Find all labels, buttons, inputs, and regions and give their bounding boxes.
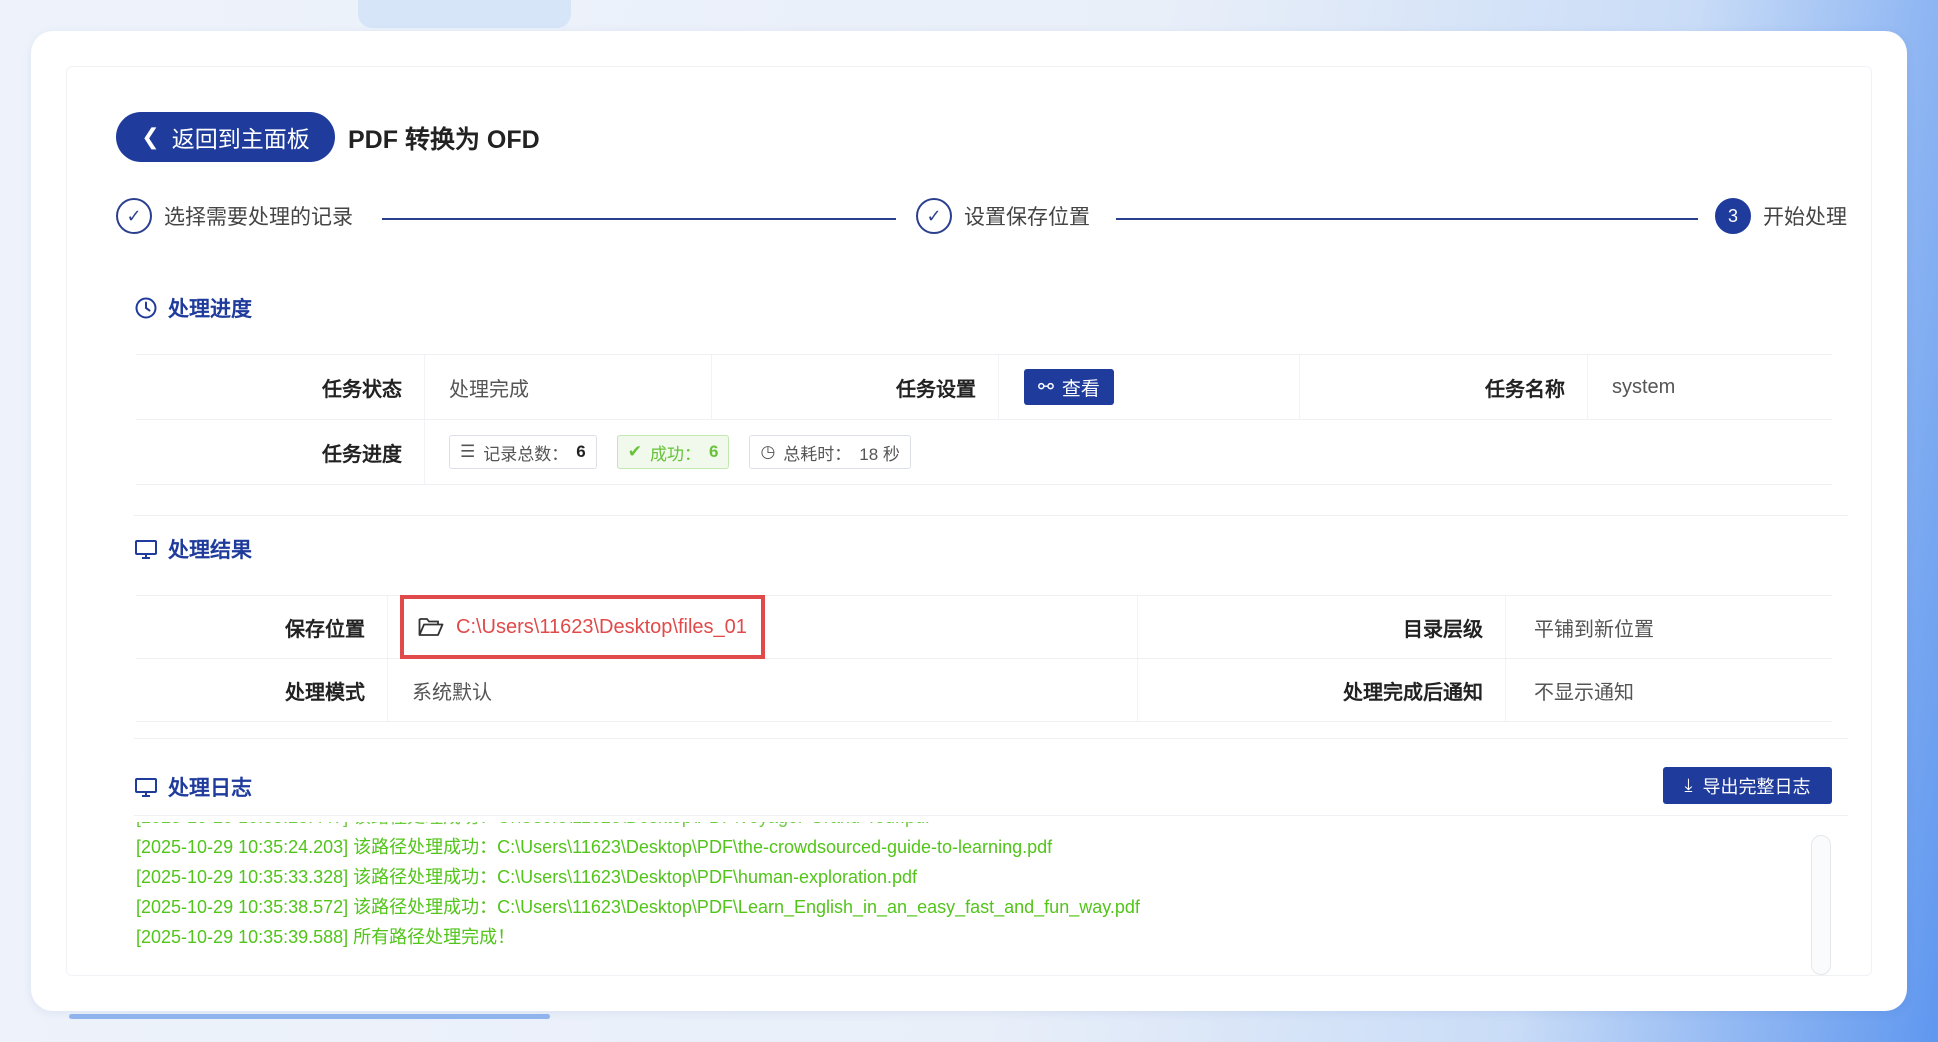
task-name-value: system bbox=[1587, 355, 1832, 419]
dir-level-label: 目录层级 bbox=[1137, 596, 1505, 658]
task-name-label: 任务名称 bbox=[1299, 355, 1587, 419]
table-row: 处理模式 系统默认 处理完成后通知 不显示通知 bbox=[136, 659, 1832, 722]
log-section-title: 处理日志 bbox=[134, 772, 252, 802]
check-circle-icon: ✔ bbox=[627, 442, 642, 461]
notify-label: 处理完成后通知 bbox=[1137, 659, 1505, 721]
folder-open-icon bbox=[418, 618, 444, 636]
background-tab bbox=[358, 0, 571, 28]
section-divider bbox=[134, 515, 1848, 516]
page-title: PDF 转换为 OFD bbox=[348, 126, 540, 154]
back-to-dashboard-button[interactable]: ❮ 返回到主面板 bbox=[116, 112, 335, 162]
monitor-icon bbox=[135, 778, 157, 797]
result-table: 保存位置 C:\Users\11623\Desktop\files_01 目录层… bbox=[136, 595, 1832, 722]
view-settings-button[interactable]: ⚯ 查看 bbox=[1024, 369, 1114, 405]
total-records-tag: ☰ 记录总数： 6 bbox=[449, 435, 597, 469]
progress-table: 任务状态 处理完成 任务设置 ⚯ 查看 任务名称 system 任务进度 ☰ 记… bbox=[136, 354, 1832, 485]
clock-icon bbox=[135, 297, 157, 319]
notify-value: 不显示通知 bbox=[1505, 659, 1832, 721]
scroll-indicator bbox=[69, 1014, 550, 1019]
elapsed-time-tag: ◷ 总耗时： 18 秒 bbox=[749, 435, 911, 469]
progress-section-title: 处理进度 bbox=[134, 293, 252, 323]
log-line: [2025-10-29 10:35:33.328] 该路径处理成功：C:\Use… bbox=[136, 867, 918, 887]
section-divider bbox=[134, 738, 1848, 739]
section-divider bbox=[134, 815, 1848, 816]
monitor-icon bbox=[135, 540, 157, 559]
bell-icon: ⚯ bbox=[1038, 376, 1054, 398]
table-row: 保存位置 C:\Users\11623\Desktop\files_01 目录层… bbox=[136, 595, 1832, 659]
log-output[interactable]: [2025-10-29 10:35:23.447] 该路径处理成功：C:\Use… bbox=[136, 822, 1796, 970]
settings-label: 任务设置 bbox=[711, 355, 998, 419]
chevron-left-icon: ❮ bbox=[141, 124, 160, 149]
save-path-link[interactable]: C:\Users\11623\Desktop\files_01 bbox=[400, 595, 765, 659]
step-set-location: ✓ 设置保存位置 bbox=[916, 198, 1090, 234]
log-scrollbar[interactable] bbox=[1811, 835, 1831, 975]
step-connector bbox=[1116, 218, 1698, 220]
back-button-label: 返回到主面板 bbox=[171, 126, 310, 152]
success-tag: ✔ 成功： 6 bbox=[616, 435, 730, 469]
table-row: 任务状态 处理完成 任务设置 ⚯ 查看 任务名称 system bbox=[136, 355, 1832, 420]
step-number: 3 bbox=[1715, 198, 1751, 234]
step-select-records: ✓ 选择需要处理的记录 bbox=[116, 198, 353, 234]
check-icon: ✓ bbox=[916, 198, 952, 234]
step-start-processing: 3 开始处理 bbox=[1715, 198, 1847, 234]
progress-tags: ☰ 记录总数： 6 ✔ 成功： 6 ◷ 总耗时： 18 秒 bbox=[424, 420, 1832, 484]
step-label: 选择需要处理的记录 bbox=[164, 206, 353, 229]
step-label: 开始处理 bbox=[1763, 206, 1847, 229]
download-icon: ⤓ bbox=[1684, 775, 1693, 795]
save-location-cell: C:\Users\11623\Desktop\files_01 bbox=[387, 595, 1137, 659]
table-row: 任务进度 ☰ 记录总数： 6 ✔ 成功： 6 ◷ 总耗时： 18 秒 bbox=[136, 420, 1832, 485]
result-section-title: 处理结果 bbox=[134, 534, 252, 564]
dir-level-value: 平铺到新位置 bbox=[1505, 596, 1832, 658]
settings-cell: ⚯ 查看 bbox=[998, 355, 1299, 419]
status-value: 处理完成 bbox=[424, 355, 711, 419]
log-line: [2025-10-29 10:35:39.588] 所有路径处理完成！ bbox=[136, 927, 516, 947]
step-label: 设置保存位置 bbox=[964, 206, 1090, 229]
progress-label: 任务进度 bbox=[136, 420, 424, 484]
export-log-button[interactable]: ⤓ 导出完整日志 bbox=[1663, 767, 1832, 804]
clock-icon: ◷ bbox=[760, 442, 776, 461]
mode-label: 处理模式 bbox=[136, 659, 387, 721]
status-label: 任务状态 bbox=[136, 355, 424, 419]
log-line: [2025-10-29 10:35:38.572] 该路径处理成功：C:\Use… bbox=[136, 897, 1140, 917]
mode-value: 系统默认 bbox=[387, 659, 1137, 721]
check-icon: ✓ bbox=[116, 198, 152, 234]
step-connector bbox=[382, 218, 896, 220]
log-line: [2025-10-29 10:35:24.203] 该路径处理成功：C:\Use… bbox=[136, 837, 1053, 857]
save-location-label: 保存位置 bbox=[136, 596, 387, 658]
log-line: [2025-10-29 10:35:23.447] 该路径处理成功：C:\Use… bbox=[136, 822, 1796, 832]
list-icon: ☰ bbox=[460, 442, 476, 461]
